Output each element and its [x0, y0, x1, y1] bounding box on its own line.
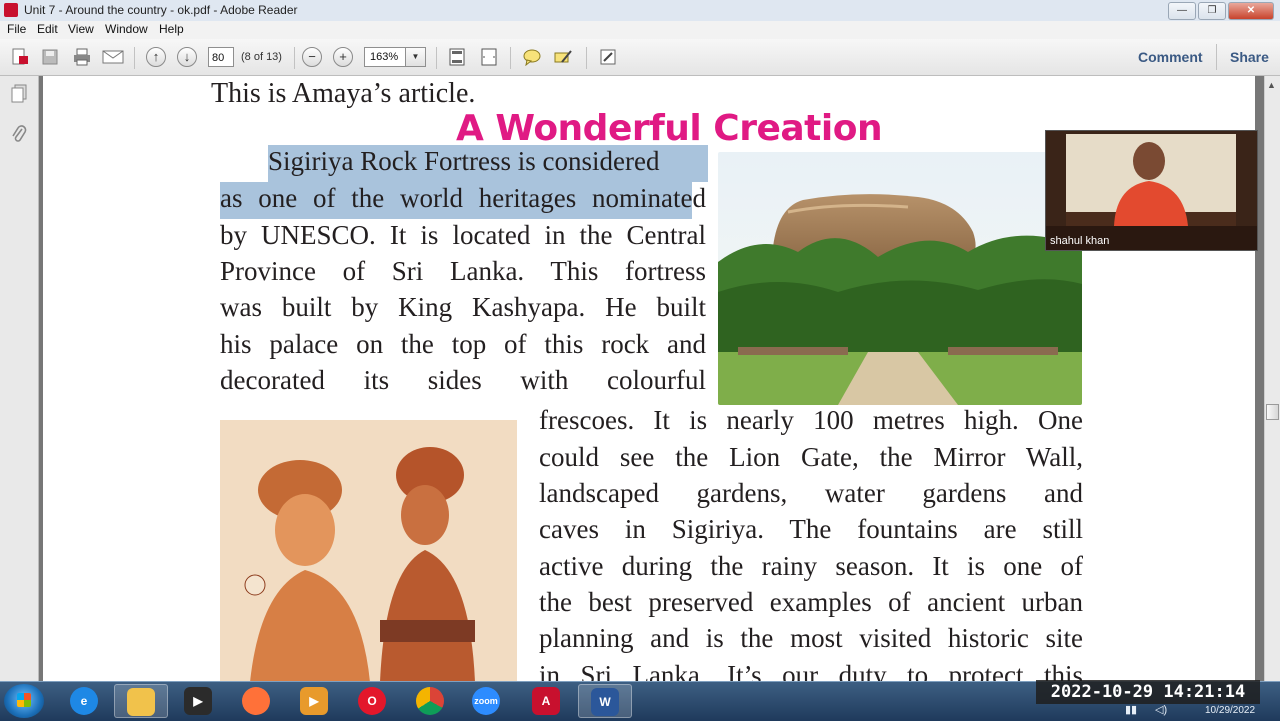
text-line: by UNESCO. It is located in the Central: [220, 220, 706, 250]
highlight-icon[interactable]: [551, 45, 575, 69]
menu-window[interactable]: Window: [105, 22, 148, 36]
tray-volume-icon[interactable]: ◁): [1155, 703, 1167, 716]
restore-button[interactable]: ❐: [1198, 2, 1226, 20]
text-line: was built by King Kashyapa. He built: [220, 292, 706, 322]
taskbar-firefox[interactable]: [230, 684, 284, 718]
zoom-input[interactable]: 163%: [364, 47, 406, 67]
menu-bar: File Edit View Window Help: [0, 21, 1280, 39]
article-title: A Wonderful Creation: [456, 108, 883, 149]
menu-help[interactable]: Help: [159, 22, 184, 36]
chevron-down-icon[interactable]: ▼: [406, 47, 426, 67]
text-line: planning and is the most visited histori…: [539, 623, 1083, 653]
comment-note-icon[interactable]: [520, 45, 544, 69]
close-button[interactable]: ✕: [1228, 2, 1274, 20]
comment-button[interactable]: Comment: [1138, 49, 1203, 65]
video-thumbnail[interactable]: shahul khan: [1045, 130, 1258, 251]
menu-edit[interactable]: Edit: [37, 22, 58, 36]
datetime-overlay: 2022-10-29 14:21:14: [1036, 680, 1260, 704]
pages-icon[interactable]: [9, 84, 29, 104]
taskbar-zoom[interactable]: zoom: [460, 684, 514, 718]
text-line: decorated its sides with colourful: [220, 365, 706, 395]
page-count: (8 of 13): [241, 51, 282, 63]
participant-name: shahul khan: [1050, 235, 1110, 247]
taskbar-ie[interactable]: e: [58, 684, 112, 718]
fit-page-icon[interactable]: [445, 45, 469, 69]
window-title: Unit 7 - Around the country - ok.pdf - A…: [24, 3, 298, 17]
fresco-image: [220, 420, 517, 682]
text-line: as one of the world heritages nominated: [220, 183, 706, 213]
attachments-icon[interactable]: [9, 124, 29, 144]
toolbar: ↑ ↓ − +: [0, 39, 1280, 76]
sigiriya-rock-image: [718, 152, 1082, 405]
text-line: frescoes. It is nearly 100 metres high. …: [539, 405, 1083, 435]
title-bar: Unit 7 - Around the country - ok.pdf - A…: [0, 0, 1280, 22]
zoom-in-icon[interactable]: +: [331, 45, 355, 69]
taskbar-opera[interactable]: O: [346, 684, 400, 718]
taskbar-adobe-reader[interactable]: A: [520, 684, 574, 718]
share-button[interactable]: Share: [1230, 49, 1269, 65]
taskbar-chrome[interactable]: [404, 684, 458, 718]
taskbar-word[interactable]: W: [578, 684, 632, 718]
minimize-button[interactable]: —: [1168, 2, 1196, 20]
menu-view[interactable]: View: [68, 22, 94, 36]
scrollbar-thumb[interactable]: [1266, 404, 1279, 420]
previous-page-icon[interactable]: ↑: [144, 45, 168, 69]
fit-width-icon[interactable]: [477, 45, 501, 69]
zoom-out-icon[interactable]: −: [300, 45, 324, 69]
adobe-reader-icon: [4, 3, 18, 17]
save-icon[interactable]: [38, 45, 62, 69]
text-line: could see the Lion Gate, the Mirror Wall…: [539, 442, 1083, 472]
print-icon[interactable]: [70, 45, 94, 69]
page-number-input[interactable]: 80: [208, 47, 234, 67]
vertical-scrollbar[interactable]: [1264, 76, 1280, 681]
intro-text: This is Amaya’s article.: [211, 78, 476, 109]
text-line: Sigiriya Rock Fortress is considered: [268, 146, 660, 176]
create-pdf-icon[interactable]: [8, 45, 32, 69]
tray-network-icon[interactable]: ▮▮: [1125, 703, 1137, 716]
text-line: active during the rainy season. It is on…: [539, 551, 1083, 581]
email-icon[interactable]: [101, 45, 125, 69]
taskbar-date[interactable]: 10/29/2022: [1205, 705, 1255, 716]
text-line: landscaped gardens, water gardens and: [539, 478, 1083, 508]
taskbar-media-player[interactable]: ▶: [288, 684, 342, 718]
scroll-up-icon[interactable]: ▲: [1267, 80, 1276, 90]
text-line: caves in Sigiriya. The fountains are sti…: [539, 514, 1083, 544]
taskbar-zoom-recorder[interactable]: ▶: [172, 684, 226, 718]
next-page-icon[interactable]: ↓: [175, 45, 199, 69]
taskbar-explorer[interactable]: [114, 684, 168, 718]
menu-file[interactable]: File: [7, 22, 26, 36]
start-button[interactable]: [4, 684, 44, 718]
text-line: the best preserved examples of ancient u…: [539, 587, 1083, 617]
text-line: his palace on the top of this rock and: [220, 329, 706, 359]
expand-icon[interactable]: [596, 45, 620, 69]
navigation-panel: [0, 76, 39, 681]
text-line: Province of Sri Lanka. This fortress: [220, 256, 706, 286]
